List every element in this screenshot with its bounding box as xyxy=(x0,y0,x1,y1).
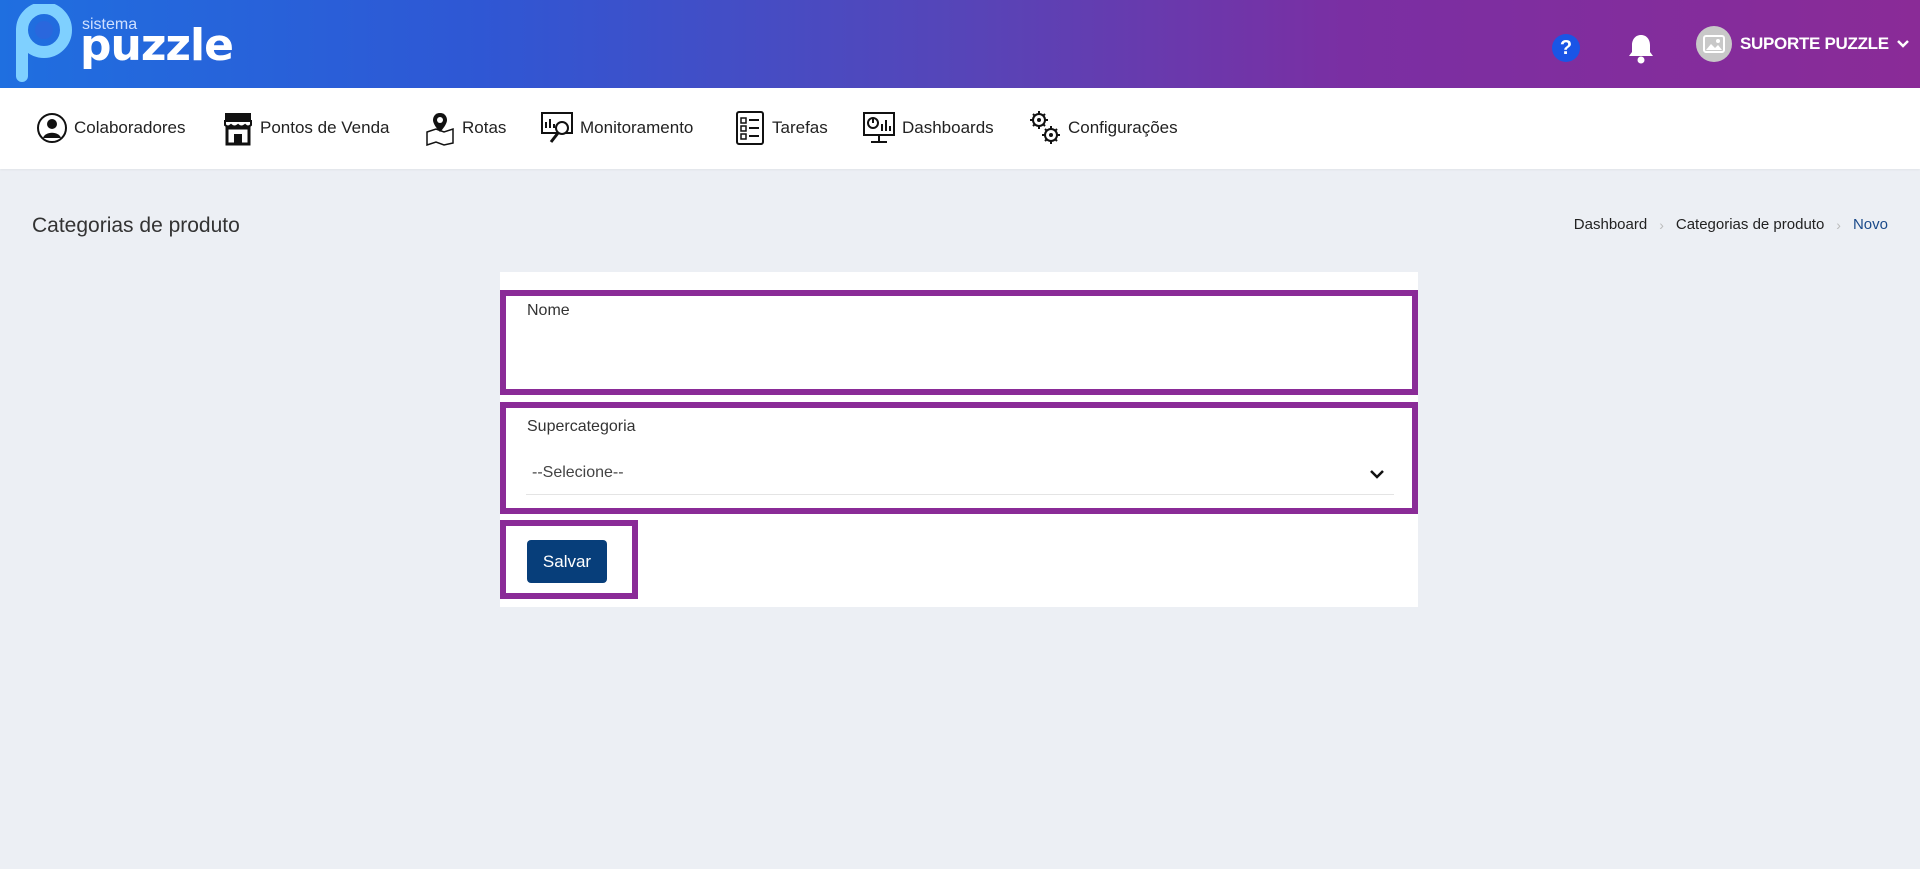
gears-icon xyxy=(1030,111,1060,144)
nav-item-pontos-de-venda[interactable]: Pontos de Venda xyxy=(222,108,390,148)
nav-item-dashboards[interactable]: Dashboards xyxy=(862,108,994,148)
logo-title: puzzle xyxy=(80,20,234,71)
page-title: Categorias de produto xyxy=(32,214,240,237)
monitor-search-icon xyxy=(541,112,573,143)
checklist-icon xyxy=(736,111,764,145)
image-placeholder-icon xyxy=(1703,35,1725,53)
supercategoria-selected-value: --Selecione-- xyxy=(532,464,624,481)
nav-label: Tarefas xyxy=(772,118,828,137)
question-circle-icon: ? xyxy=(1559,37,1573,59)
supercategoria-select[interactable]: --Selecione-- xyxy=(526,456,1394,495)
nav-item-tarefas[interactable]: Tarefas xyxy=(734,108,828,148)
nav-label: Dashboards xyxy=(902,118,994,137)
avatar xyxy=(1696,26,1732,62)
nav-label: Configurações xyxy=(1068,118,1178,137)
breadcrumb-categorias[interactable]: Categorias de produto xyxy=(1676,216,1824,233)
nav-item-monitoramento[interactable]: Monitoramento xyxy=(540,108,693,148)
nav-item-rotas[interactable]: Rotas xyxy=(424,108,506,148)
chevron-right-icon: › xyxy=(1659,216,1664,233)
breadcrumb-novo: Novo xyxy=(1852,216,1888,233)
nav-item-configuracoes[interactable]: Configurações xyxy=(1028,108,1178,148)
save-button[interactable]: Salvar xyxy=(527,540,607,583)
nav-label: Monitoramento xyxy=(580,118,694,137)
main-nav: Colaboradores Pontos de Venda Rotas Moni… xyxy=(0,88,1920,169)
dashboard-monitor-icon xyxy=(863,112,895,143)
chevron-down-icon xyxy=(1370,470,1384,479)
help-button[interactable]: ? xyxy=(1552,34,1580,62)
nav-label: Pontos de Venda xyxy=(260,118,390,137)
nav-item-colaboradores[interactable]: Colaboradores xyxy=(36,108,186,148)
supercategoria-label: Supercategoria xyxy=(527,418,636,435)
chevron-right-icon: › xyxy=(1836,216,1841,233)
puzzle-logo-icon xyxy=(16,4,72,82)
nome-input[interactable] xyxy=(526,326,1398,352)
user-menu[interactable]: SUPORTE PUZZLE xyxy=(1696,26,1909,62)
nav-label: Colaboradores xyxy=(74,118,186,137)
storefront-icon xyxy=(224,113,252,146)
breadcrumb-dashboard[interactable]: Dashboard xyxy=(1574,216,1647,233)
nav-label: Rotas xyxy=(462,118,507,137)
map-pin-icon xyxy=(426,113,454,146)
nome-label: Nome xyxy=(527,302,570,319)
user-name: SUPORTE PUZZLE xyxy=(1740,34,1889,53)
breadcrumb: Dashboard › Categorias de produto › Novo xyxy=(1574,216,1888,233)
chevron-down-icon xyxy=(1896,40,1909,48)
top-header: sistema puzzle ? SUPORTE PUZZLE xyxy=(0,0,1920,88)
bell-icon[interactable] xyxy=(1626,32,1656,64)
user-circle-icon xyxy=(37,113,67,143)
logo[interactable]: sistema puzzle xyxy=(14,4,234,82)
